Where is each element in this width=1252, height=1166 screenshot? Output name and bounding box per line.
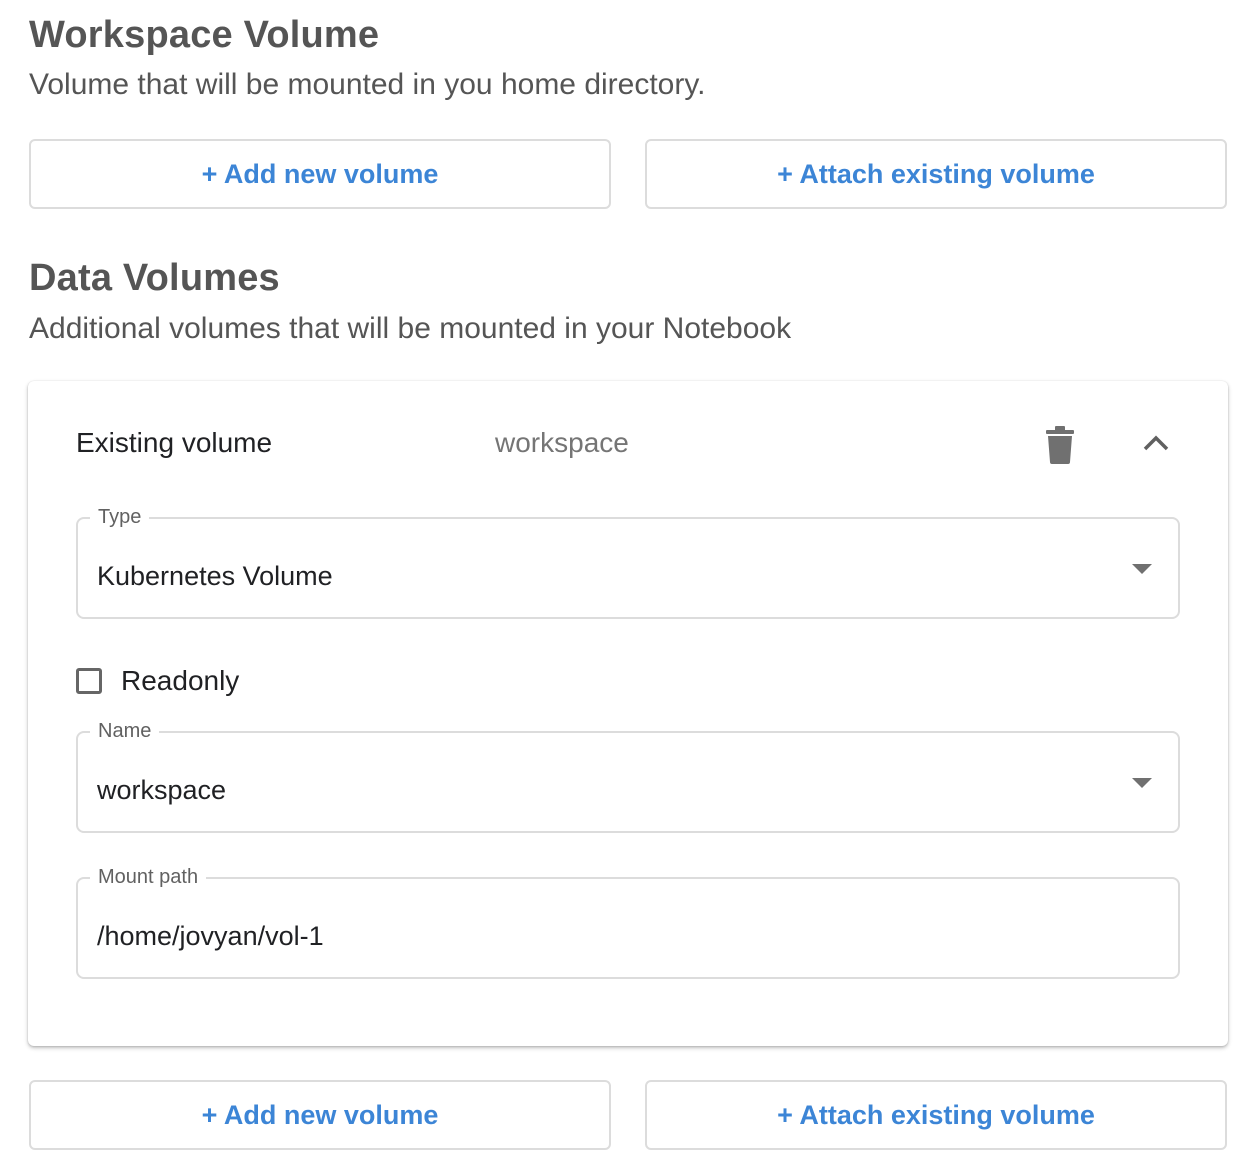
volume-card-name: workspace: [495, 427, 629, 458]
data-attach-existing-volume-button[interactable]: + Attach existing volume: [645, 1080, 1227, 1150]
delete-volume-button[interactable]: [1036, 421, 1084, 469]
page: Workspace Volume Volume that will be mou…: [0, 0, 1252, 1166]
mount-path-value: /home/jovyan/vol-1: [97, 921, 324, 951]
name-select[interactable]: Name workspace: [76, 717, 1180, 833]
mount-path-label: Mount path: [90, 863, 207, 891]
workspace-add-new-volume-button[interactable]: + Add new volume: [29, 139, 611, 209]
data-volumes-description: Additional volumes that will be mounted …: [29, 312, 792, 345]
readonly-checkbox-row[interactable]: Readonly: [76, 661, 239, 701]
type-value: Kubernetes Volume: [97, 561, 333, 591]
name-value: workspace: [97, 775, 227, 805]
workspace-volume-title: Workspace Volume: [29, 14, 380, 56]
volume-card-title: Existing volume: [76, 427, 273, 458]
type-select[interactable]: Type Kubernetes Volume: [76, 503, 1180, 619]
type-label: Type: [90, 503, 150, 531]
workspace-volume-description: Volume that will be mounted in you home …: [29, 68, 706, 101]
existing-volume-card: Existing volume workspace Type Kubernete…: [28, 381, 1228, 1046]
dropdown-arrow-icon: [1132, 564, 1152, 574]
trash-icon: [1046, 426, 1074, 464]
collapse-volume-button[interactable]: [1132, 419, 1180, 467]
readonly-label: Readonly: [121, 665, 240, 696]
data-volumes-title: Data Volumes: [29, 257, 280, 299]
readonly-checkbox[interactable]: [76, 668, 102, 694]
data-add-new-volume-button[interactable]: + Add new volume: [29, 1080, 611, 1150]
workspace-attach-existing-volume-button[interactable]: + Attach existing volume: [645, 139, 1227, 209]
chevron-up-icon: [1143, 435, 1169, 451]
name-label: Name: [90, 717, 160, 745]
dropdown-arrow-icon: [1132, 778, 1152, 788]
mount-path-input[interactable]: Mount path /home/jovyan/vol-1: [76, 863, 1180, 979]
